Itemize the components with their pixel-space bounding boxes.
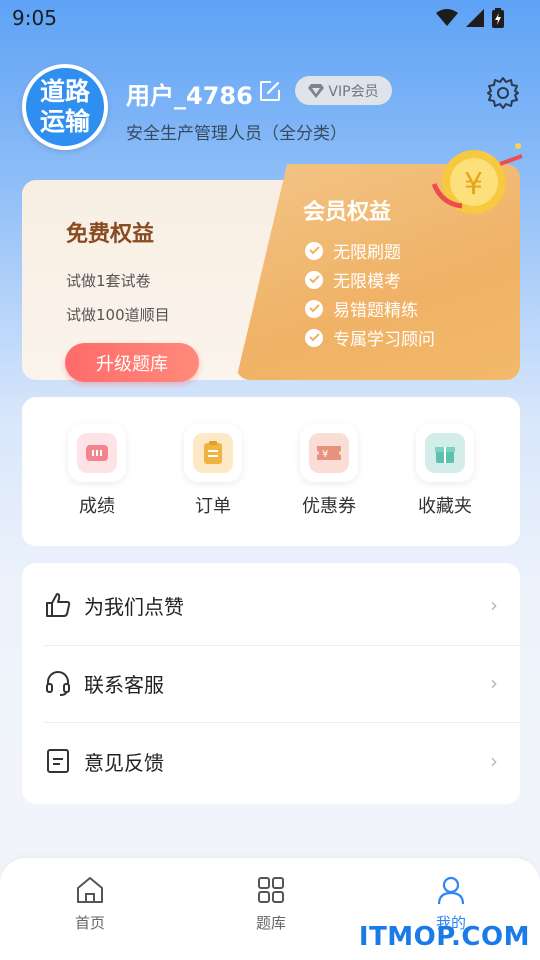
- user-icon: [437, 876, 465, 905]
- member-benefit-label: 易错题精练: [333, 301, 418, 321]
- member-benefit-item: 无限模考: [305, 265, 435, 294]
- action-coupon[interactable]: ¥ 优惠券: [284, 424, 374, 518]
- action-label: 订单: [195, 496, 231, 517]
- action-score[interactable]: 成绩: [52, 424, 142, 518]
- free-benefit-item: 试做1套试卷: [66, 272, 151, 290]
- score-icon: [77, 433, 117, 473]
- menu-item-label: 意见反馈: [84, 750, 164, 775]
- check-icon: [305, 270, 323, 289]
- chevron-right-icon: ›: [490, 593, 498, 617]
- home-icon: [77, 877, 103, 903]
- free-benefits-title: 免费权益: [66, 222, 155, 247]
- member-benefit-item: 无限刷题: [305, 236, 435, 265]
- quick-actions-card: 成绩 订单 ¥ 优惠券 收藏夹: [22, 397, 520, 546]
- headset-icon: [46, 671, 70, 696]
- order-icon: [193, 433, 233, 473]
- member-benefit-label: 专属学习顾问: [333, 330, 435, 350]
- svg-text:¥: ¥: [322, 449, 328, 460]
- member-benefit-label: 无限刷题: [333, 243, 401, 263]
- diamond-icon: [308, 83, 325, 98]
- tab-question-bank[interactable]: 题库: [226, 874, 316, 933]
- logo-line-1: 道路: [39, 77, 90, 106]
- action-label: 成绩: [79, 496, 115, 517]
- upgrade-button[interactable]: 升级题库: [65, 343, 199, 382]
- username: 用户_4786: [126, 82, 253, 110]
- coin-decoration-icon: ¥: [431, 143, 523, 214]
- tab-label: 首页: [74, 914, 105, 932]
- grid-icon: [258, 877, 284, 903]
- menu-item-label: 联系客服: [84, 672, 164, 697]
- vip-label: VIP会员: [328, 83, 379, 100]
- watermark-text: ITMOP.COM: [358, 922, 530, 952]
- action-order[interactable]: 订单: [168, 424, 258, 518]
- coupon-icon-tile: ¥: [300, 424, 358, 482]
- favorites-icon-tile: [416, 424, 474, 482]
- action-label: 收藏夹: [418, 496, 472, 517]
- coupon-icon: ¥: [309, 433, 349, 473]
- signal-icon: [466, 9, 484, 27]
- wifi-icon: [436, 9, 458, 26]
- action-favorites[interactable]: 收藏夹: [400, 424, 490, 518]
- member-benefit-label: 无限模考: [333, 272, 401, 292]
- tab-home[interactable]: 首页: [45, 874, 135, 933]
- action-label: 优惠券: [302, 496, 356, 517]
- edit-icon[interactable]: [258, 79, 282, 103]
- benefit-card: 免费权益 试做1套试卷 试做100道顺目 升级题库 ¥ 会员权益 无限刷题 无限…: [22, 143, 523, 382]
- status-bar: 9:05: [0, 0, 540, 36]
- check-icon: [305, 299, 323, 318]
- member-benefit-item: 专属学习顾问: [305, 323, 435, 352]
- member-benefit-item: 易错题精练: [305, 294, 435, 323]
- feedback-icon: [47, 749, 69, 773]
- vip-badge[interactable]: VIP会员: [295, 76, 392, 105]
- menu-item-feedback[interactable]: 意见反馈 ›: [22, 722, 520, 800]
- battery-icon: [492, 8, 504, 28]
- order-icon-tile: [184, 424, 242, 482]
- menu-list-card: 为我们点赞 › 联系客服 › 意见反馈 ›: [22, 563, 520, 804]
- menu-item-like[interactable]: 为我们点赞 ›: [22, 566, 520, 644]
- svg-text:¥: ¥: [464, 167, 483, 202]
- chevron-right-icon: ›: [490, 749, 498, 773]
- tab-label: 题库: [255, 914, 286, 932]
- check-icon: [305, 241, 323, 260]
- user-role: 安全生产管理人员（全分类）: [126, 124, 347, 144]
- member-benefits-list: 无限刷题 无限模考 易错题精练 专属学习顾问: [305, 236, 435, 352]
- member-benefits-title: 会员权益: [303, 200, 392, 225]
- score-icon-tile: [68, 424, 126, 482]
- free-benefit-item: 试做100道顺目: [66, 306, 170, 324]
- thumbs-up-icon: [46, 593, 71, 617]
- menu-item-label: 为我们点赞: [84, 594, 184, 619]
- bottom-tab-bar: 首页 题库 我的 ITMOP.COM: [0, 858, 540, 960]
- status-time: 9:05: [12, 6, 57, 30]
- app-logo: 道路 运输: [22, 64, 108, 150]
- favorites-icon: [425, 433, 465, 473]
- check-icon: [305, 328, 323, 347]
- chevron-right-icon: ›: [490, 671, 498, 695]
- gear-icon[interactable]: [486, 76, 520, 110]
- menu-item-support[interactable]: 联系客服 ›: [22, 644, 520, 722]
- logo-line-2: 运输: [39, 107, 90, 136]
- status-icons: [436, 8, 504, 28]
